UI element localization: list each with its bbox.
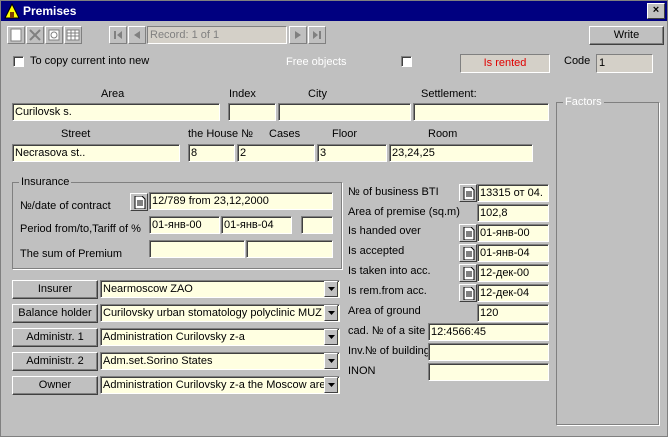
handed-label: Is handed over <box>348 225 421 237</box>
chevron-down-icon[interactable] <box>324 377 338 393</box>
bti-document-button[interactable] <box>459 184 477 202</box>
insurance-group-title: Insurance <box>19 176 72 188</box>
tariff-field[interactable] <box>301 216 333 234</box>
administr-2-value: Adm.set.Sorino States <box>103 355 213 367</box>
cases-label: Cases <box>269 128 301 140</box>
next-record-icon[interactable] <box>289 26 307 44</box>
remfrom-field[interactable]: 12-дек-04 <box>477 284 549 302</box>
insurer-value: Nearmoscow ZAO <box>103 283 193 295</box>
period-label: Period from/to,Tariff of % <box>20 223 141 235</box>
cad-field[interactable]: 12:4566:45 <box>428 323 549 341</box>
premium-label: The sum of Premium <box>20 248 123 260</box>
inv-field[interactable] <box>428 343 549 361</box>
house-label: the House № <box>188 128 254 140</box>
area-label: Area <box>101 88 125 100</box>
index-label: Index <box>229 88 256 100</box>
accepted-document-button[interactable] <box>459 244 477 262</box>
inon-label: INON <box>348 365 376 377</box>
bti-label: № of business BTI <box>348 186 439 198</box>
administr-2-button[interactable]: Administr. 2 <box>12 352 98 371</box>
grid-view-icon[interactable] <box>64 26 82 44</box>
delete-record-icon[interactable] <box>26 26 44 44</box>
remfrom-document-button[interactable] <box>459 284 477 302</box>
cad-label: cad. № of a site <box>348 325 426 337</box>
insurer-combo[interactable]: Nearmoscow ZAO <box>100 280 340 298</box>
code-label: Code <box>564 55 591 67</box>
city-label: City <box>308 88 327 100</box>
period-from-field[interactable]: 01-янв-00 <box>149 216 220 234</box>
copy-checkbox[interactable] <box>13 56 24 67</box>
index-field[interactable] <box>228 103 276 121</box>
administr-2-combo[interactable]: Adm.set.Sorino States <box>100 352 340 370</box>
factors-group <box>556 102 659 425</box>
area-field[interactable]: Curilovsk s. <box>12 103 220 121</box>
room-label: Room <box>428 128 458 140</box>
chevron-down-icon[interactable] <box>324 281 338 297</box>
app-icon <box>4 2 20 19</box>
inv-label: Inv.№ of building <box>348 345 430 357</box>
code-field[interactable]: 1 <box>596 54 653 73</box>
close-button[interactable]: × <box>647 3 665 19</box>
street-label: Street <box>61 128 91 140</box>
first-record-icon[interactable] <box>109 26 127 44</box>
contract-label: №/date of contract <box>20 200 111 212</box>
remfrom-label: Is rem.from acc. <box>348 285 427 297</box>
ground-field[interactable]: 120 <box>477 304 549 322</box>
owner-button[interactable]: Owner <box>12 376 98 395</box>
period-to-field[interactable]: 01-янв-04 <box>221 216 292 234</box>
balance-holder-value: Curilovsky urban stomatology polyclinic … <box>103 307 322 319</box>
handed-document-button[interactable] <box>459 224 477 242</box>
chevron-down-icon[interactable] <box>324 329 338 345</box>
taken-field[interactable]: 12-дек-00 <box>477 264 549 282</box>
owner-value: Administration Curilovsky z-a the Moscow… <box>103 379 332 391</box>
contract-field[interactable]: 12/789 from 23,12,2000 <box>149 192 333 210</box>
copy-label: To copy current into new <box>30 55 150 67</box>
rented-status: Is rented <box>460 54 550 73</box>
street-field[interactable]: Necrasova st.. <box>12 144 180 162</box>
last-record-icon[interactable] <box>308 26 326 44</box>
free-objects-checkbox[interactable] <box>401 56 412 67</box>
free-objects-label: Free objects <box>286 56 347 68</box>
premium-field-1[interactable] <box>149 240 245 258</box>
contract-document-button[interactable] <box>130 193 148 211</box>
city-field[interactable] <box>278 103 411 121</box>
premise-area-field[interactable]: 102,8 <box>477 204 549 222</box>
premises-window: Premises × Record: 1 of 1 Write To copy … <box>0 0 668 437</box>
inon-field[interactable] <box>428 363 549 381</box>
title-bar: Premises × <box>1 1 667 21</box>
administr-1-button[interactable]: Administr. 1 <box>12 328 98 347</box>
balance-holder-button[interactable]: Balance holder <box>12 304 98 323</box>
owner-combo[interactable]: Administration Curilovsky z-a the Moscow… <box>100 376 340 394</box>
chevron-down-icon[interactable] <box>324 305 338 321</box>
handed-field[interactable]: 01-янв-00 <box>477 224 549 242</box>
administr-1-combo[interactable]: Administration Curilovsky z-a <box>100 328 340 346</box>
premise-area-label: Area of premise (sq.m) <box>348 206 460 218</box>
ground-label: Area of ground <box>348 305 421 317</box>
prev-record-icon[interactable] <box>128 26 146 44</box>
record-indicator: Record: 1 of 1 <box>147 26 287 44</box>
accepted-label: Is accepted <box>348 245 405 257</box>
insurer-button[interactable]: Insurer <box>12 280 98 299</box>
cases-field[interactable]: 2 <box>237 144 315 162</box>
bti-field[interactable]: 13315 от 04. <box>477 184 549 202</box>
taken-document-button[interactable] <box>459 264 477 282</box>
premium-field-2[interactable] <box>246 240 333 258</box>
settlement-field[interactable] <box>413 103 549 121</box>
settlement-label: Settlement: <box>421 88 477 100</box>
new-record-icon[interactable] <box>7 26 25 44</box>
house-field[interactable]: 8 <box>188 144 235 162</box>
window-title: Premises <box>23 4 77 18</box>
chevron-down-icon[interactable] <box>324 353 338 369</box>
balance-holder-combo[interactable]: Curilovsky urban stomatology polyclinic … <box>100 304 340 322</box>
write-button[interactable]: Write <box>589 26 664 45</box>
floor-field[interactable]: 3 <box>317 144 387 162</box>
administr-1-value: Administration Curilovsky z-a <box>103 331 245 343</box>
refresh-icon[interactable] <box>45 26 63 44</box>
accepted-field[interactable]: 01-янв-04 <box>477 244 549 262</box>
taken-label: Is taken into acc. <box>348 265 431 277</box>
factors-title: Factors <box>563 96 604 108</box>
room-field[interactable]: 23,24,25 <box>389 144 533 162</box>
floor-label: Floor <box>332 128 358 140</box>
